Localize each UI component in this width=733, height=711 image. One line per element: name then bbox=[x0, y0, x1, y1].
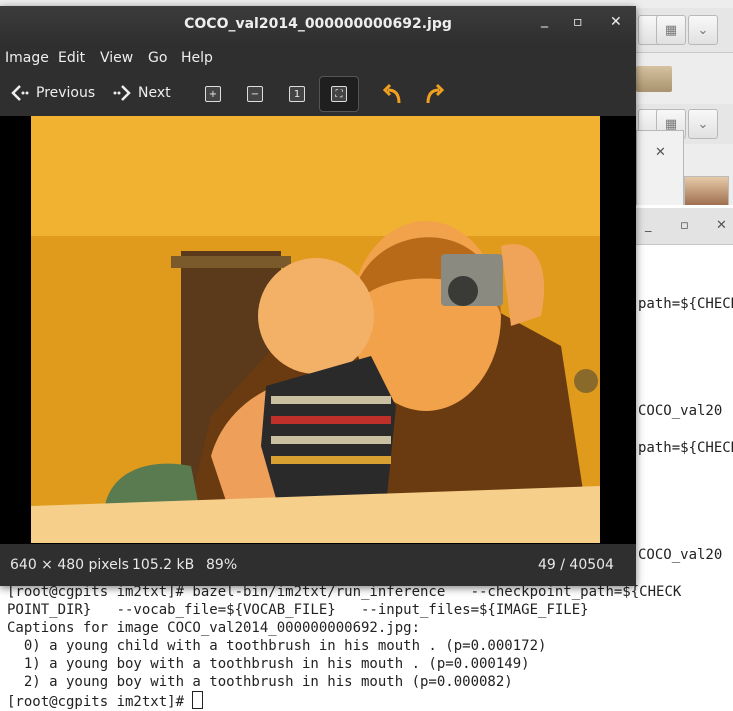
maximize-icon[interactable]: ▫ bbox=[573, 14, 583, 30]
terminal-prompt-line[interactable]: [root@cgpits im2txt]# bbox=[7, 691, 204, 711]
terminal-fragment: COCO_val20 bbox=[638, 547, 723, 563]
close-icon[interactable]: ✕ bbox=[655, 145, 666, 160]
terminal-line: Captions for image COCO_val2014_00000000… bbox=[7, 620, 421, 636]
background-thumbnail bbox=[684, 176, 729, 208]
rotate-left-button[interactable] bbox=[381, 82, 405, 106]
menu-bar: Image Edit View Go Help bbox=[0, 44, 636, 72]
chevron-down-icon-2[interactable]: ⌄ bbox=[688, 109, 718, 139]
rotate-left-icon bbox=[382, 83, 401, 104]
terminal-fragment: path=${CHECK bbox=[638, 440, 733, 456]
zoom-in-icon: + bbox=[205, 86, 221, 102]
image-canvas[interactable] bbox=[0, 116, 636, 544]
rotate-right-icon bbox=[426, 83, 445, 104]
zoom-level: 89% bbox=[206, 557, 238, 573]
rotate-right-button[interactable] bbox=[422, 82, 446, 106]
image-position: 49 / 40504 bbox=[538, 557, 614, 573]
photo-illustration bbox=[31, 116, 600, 543]
viewer-toolbar: Previous Next + − 1 ⛶ bbox=[0, 72, 636, 116]
close-icon[interactable]: ✕ bbox=[716, 218, 727, 233]
best-fit-icon-wrap: ⛶ bbox=[327, 82, 351, 106]
menu-view[interactable]: View bbox=[100, 50, 133, 66]
minimize-icon[interactable]: _ bbox=[541, 12, 548, 28]
folder-icon[interactable] bbox=[636, 66, 672, 92]
viewer-titlebar[interactable]: COCO_val2014_000000000692.jpg _ ▫ ✕ bbox=[0, 6, 636, 44]
previous-icon bbox=[11, 85, 29, 101]
menu-edit[interactable]: Edit bbox=[58, 50, 85, 66]
minimize-icon[interactable]: _ bbox=[645, 218, 652, 233]
text-cursor bbox=[192, 691, 204, 709]
previous-label: Previous bbox=[36, 85, 96, 101]
grid-view-icon[interactable]: ▦ bbox=[656, 15, 686, 45]
zoom-out-button[interactable]: − bbox=[243, 82, 267, 106]
terminal-prompt: [root@cgpits im2txt]# bbox=[7, 694, 193, 710]
previous-button[interactable]: Previous bbox=[10, 84, 95, 102]
status-bar: 640 × 480 pixels 105.2 kB 89% 49 / 40504 bbox=[0, 544, 636, 586]
next-icon bbox=[113, 85, 131, 101]
displayed-photo bbox=[31, 116, 600, 543]
background-file-manager-toolbar: ▦ ⌄ bbox=[636, 8, 733, 53]
normal-size-icon: 1 bbox=[289, 86, 305, 102]
normal-size-button[interactable]: 1 bbox=[285, 82, 309, 106]
file-size: 105.2 kB bbox=[132, 557, 195, 573]
terminal-fragment: COCO_val20 bbox=[638, 403, 723, 419]
terminal-line: 1) a young boy with a toothbrush in his … bbox=[7, 656, 530, 672]
menu-go[interactable]: Go bbox=[148, 50, 167, 66]
terminal-line: 0) a young child with a toothbrush in hi… bbox=[7, 638, 547, 654]
chevron-down-icon[interactable]: ⌄ bbox=[688, 15, 718, 45]
next-label: Next bbox=[138, 85, 171, 101]
image-viewer-window: COCO_val2014_000000000692.jpg _ ▫ ✕ Imag… bbox=[0, 6, 636, 586]
menu-help[interactable]: Help bbox=[181, 50, 213, 66]
zoom-out-icon: − bbox=[247, 86, 263, 102]
background-dialog: ✕ bbox=[636, 130, 684, 212]
menu-image[interactable]: Image bbox=[5, 50, 49, 66]
close-icon[interactable]: ✕ bbox=[610, 14, 622, 30]
best-fit-icon: ⛶ bbox=[331, 86, 347, 102]
maximize-icon[interactable]: ▫ bbox=[680, 218, 689, 233]
terminal-line: 2) a young boy with a toothbrush in his … bbox=[7, 674, 513, 690]
next-button[interactable]: Next bbox=[112, 84, 171, 102]
terminal-fragment: path=${CHECK bbox=[638, 296, 733, 312]
terminal-line: POINT_DIR} --vocab_file=${VOCAB_FILE} --… bbox=[7, 602, 589, 618]
zoom-in-button[interactable]: + bbox=[201, 82, 225, 106]
image-dimensions: 640 × 480 pixels bbox=[10, 557, 129, 573]
